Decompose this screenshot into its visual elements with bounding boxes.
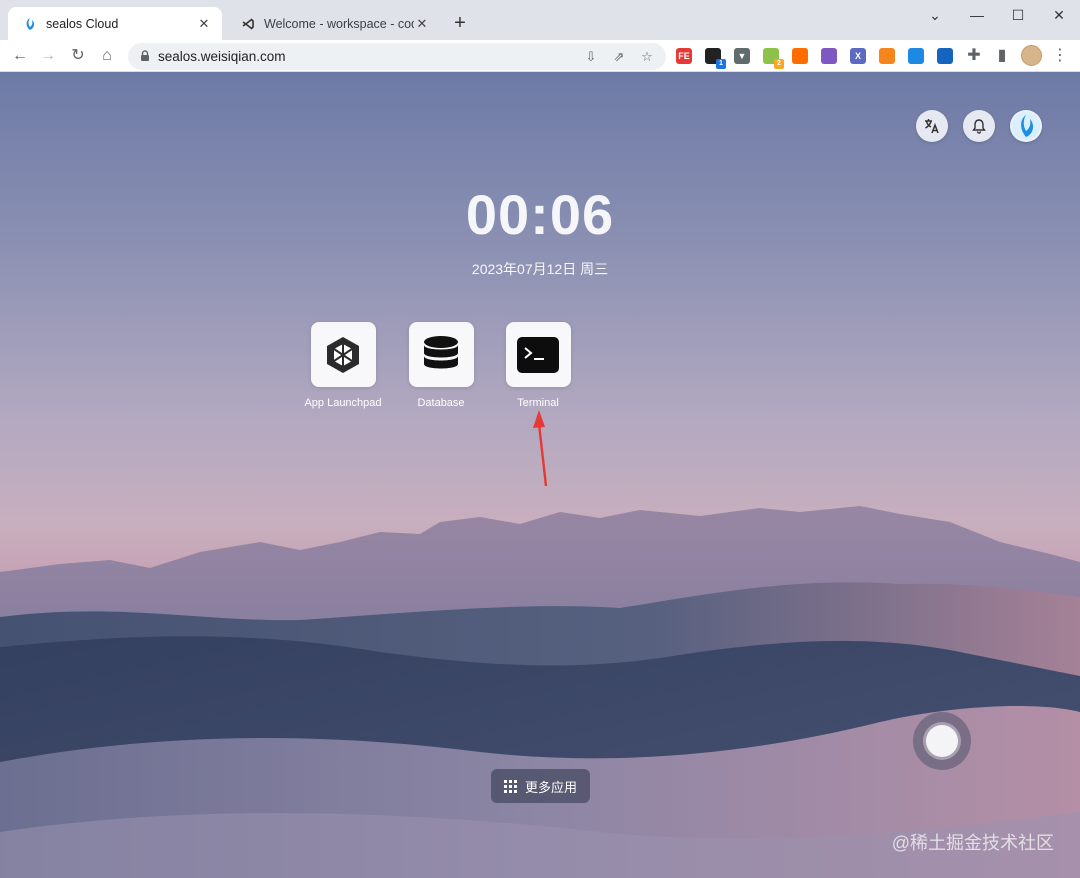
profile-avatar[interactable]	[1021, 45, 1042, 66]
address-bar[interactable]: sealos.weisiqian.com ⇩ ⇗ ☆	[128, 43, 666, 70]
tab-close-icon[interactable]: ✕	[196, 16, 212, 32]
database-icon	[424, 335, 458, 368]
back-icon[interactable]: ←	[8, 44, 32, 68]
clock-date: 2023年07月12日 周三	[471, 261, 609, 277]
dark-extension-icon[interactable]: 1	[705, 48, 726, 69]
url-text: sealos.weisiqian.com	[158, 49, 286, 64]
purple-extension-icon[interactable]	[821, 48, 837, 64]
hexagon-icon	[327, 336, 359, 373]
extension-badge: 1	[716, 59, 726, 69]
tab-welcome-workspace[interactable]: Welcome - workspace - code- ✕	[226, 7, 440, 40]
home-icon[interactable]: ⌂	[95, 44, 119, 68]
forward-icon[interactable]: →	[36, 44, 60, 68]
database-app[interactable]: Database	[401, 322, 481, 410]
grid-icon	[503, 779, 517, 793]
app-launchpad-app[interactable]: App Launchpad	[303, 322, 383, 410]
notification-bell-icon[interactable]	[963, 110, 995, 142]
terminal-app[interactable]: Terminal	[498, 322, 578, 410]
app-tile[interactable]	[505, 322, 571, 387]
tab-close-icon[interactable]: ✕	[414, 16, 430, 32]
extensions-puzzle-icon[interactable]: ✚	[962, 44, 986, 68]
annotation-arrow-head	[533, 410, 545, 428]
vue-extension-icon[interactable]: ▼	[734, 48, 750, 64]
translate-icon[interactable]	[916, 110, 948, 142]
blue-extension-icon[interactable]	[908, 48, 924, 64]
x-extension-icon[interactable]: X	[850, 48, 866, 64]
meet-extension-icon[interactable]	[937, 48, 953, 64]
browser-toolbar: ← → ↻ ⌂ sealos.weisiqian.com ⇩ ⇗ ☆ FE 1 ▼ 2…	[0, 40, 1080, 72]
tab-title: sealos Cloud	[46, 16, 119, 31]
tab-strip: sealos Cloud ✕ Welcome - workspace - cod…	[0, 0, 1080, 40]
tab-sealos-cloud[interactable]: sealos Cloud ✕	[8, 7, 222, 40]
maximize-icon[interactable]: ☐	[1003, 4, 1033, 26]
app-label: Database	[417, 397, 465, 409]
browser-menu-icon[interactable]: ⋮	[1048, 44, 1072, 68]
reload-icon[interactable]: ↻	[66, 44, 90, 68]
user-avatar[interactable]	[1010, 110, 1042, 142]
bookmark-star-icon[interactable]: ☆	[638, 48, 656, 66]
more-apps-label: 更多应用	[524, 779, 577, 795]
vscode-favicon-icon	[240, 16, 256, 32]
minimize-icon[interactable]: —	[962, 4, 992, 26]
app-tile[interactable]	[310, 322, 376, 387]
side-panel-icon[interactable]: ▮	[990, 44, 1014, 68]
close-window-icon[interactable]: ✕	[1044, 4, 1074, 26]
new-tab-button[interactable]: +	[448, 12, 472, 36]
app-label: App Launchpad	[304, 397, 382, 409]
install-app-icon[interactable]: ⇩	[582, 48, 600, 66]
orange-extension-icon[interactable]	[792, 48, 808, 64]
more-apps-button[interactable]: 更多应用	[491, 769, 590, 803]
fe-extension-icon[interactable]: FE	[676, 48, 692, 64]
watermark: @稀土掘金技术社区	[891, 833, 1054, 853]
share-icon[interactable]: ⇗	[610, 48, 628, 66]
app-label: Terminal	[517, 397, 559, 409]
sealos-favicon-icon	[22, 16, 38, 32]
metamask-extension-icon[interactable]	[879, 48, 895, 64]
app-tile[interactable]	[408, 322, 474, 387]
clock-time: 00:06	[465, 183, 615, 246]
annotation-arrow-line	[537, 423, 548, 487]
lock-icon	[141, 50, 149, 61]
tab-title: Welcome - workspace - code-	[264, 16, 414, 31]
green-extension-icon[interactable]: 2	[763, 48, 784, 69]
tab-search-icon[interactable]: ⌄	[920, 4, 950, 26]
floating-assistant-button[interactable]	[913, 712, 971, 770]
terminal-icon	[517, 336, 559, 373]
floating-ball-icon	[926, 725, 958, 757]
sealos-desktop: 00:06 2023年07月12日 周三 App Launchpad Datab…	[0, 72, 1080, 878]
extension-badge: 2	[774, 59, 784, 69]
